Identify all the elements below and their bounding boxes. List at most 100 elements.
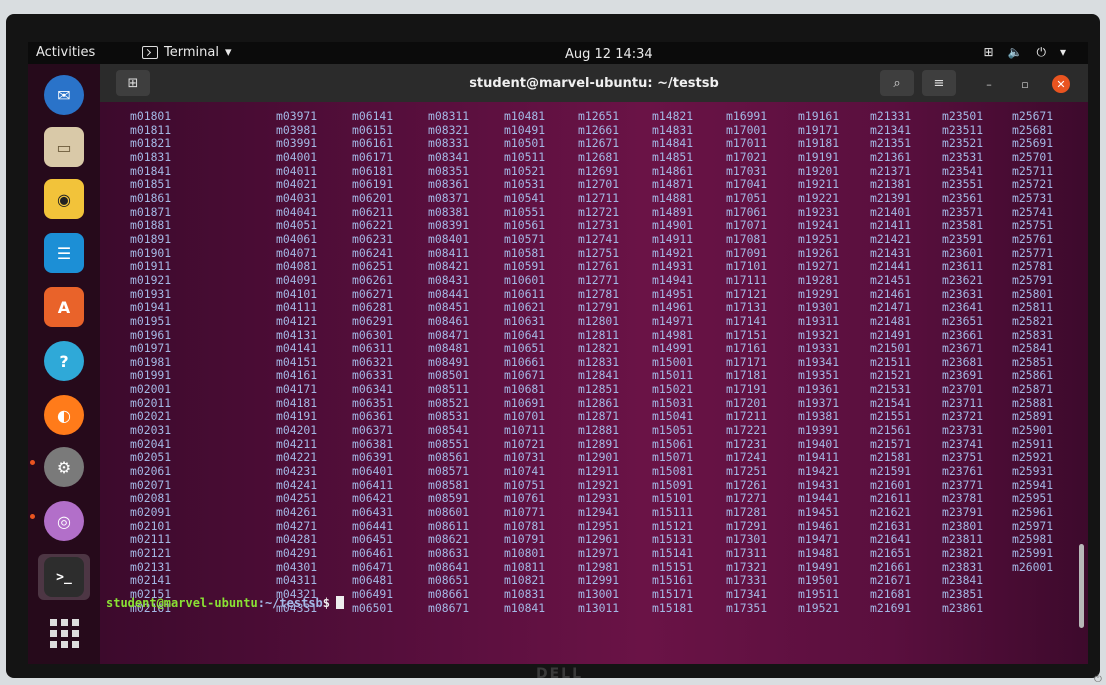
output-entry: m08331 bbox=[428, 136, 470, 151]
output-entry: m02081 bbox=[130, 491, 172, 506]
output-entry: m17161 bbox=[726, 341, 768, 356]
output-entry: m25781 bbox=[1012, 259, 1054, 274]
scrollbar[interactable] bbox=[1079, 544, 1084, 628]
output-entry: m12681 bbox=[578, 149, 620, 164]
output-entry: m23581 bbox=[942, 218, 984, 233]
close-icon: ✕ bbox=[1056, 77, 1066, 91]
output-entry: m04041 bbox=[276, 204, 318, 219]
output-entry: m04011 bbox=[276, 163, 318, 178]
activities-button[interactable]: Activities bbox=[36, 45, 95, 60]
output-entry: m19501 bbox=[798, 573, 840, 588]
command-prompt[interactable]: student@marvel-ubuntu:~/testsb$ bbox=[106, 596, 344, 610]
output-entry: m23741 bbox=[942, 436, 984, 451]
output-entry: m19361 bbox=[798, 382, 840, 397]
dock-item-browser[interactable]: ◎ bbox=[38, 498, 90, 544]
output-entry: m14891 bbox=[652, 204, 694, 219]
output-entry: m23511 bbox=[942, 122, 984, 137]
close-button[interactable]: ✕ bbox=[1052, 75, 1070, 93]
output-entry: m06411 bbox=[352, 477, 394, 492]
output-entry: m12701 bbox=[578, 177, 620, 192]
system-tray[interactable]: ⊞ 🔈 ⏻ ▾ bbox=[983, 45, 1066, 60]
power-button-icon[interactable]: ⏻ bbox=[1094, 674, 1104, 685]
output-entry: m10551 bbox=[504, 204, 546, 219]
output-entry: m08351 bbox=[428, 163, 470, 178]
output-entry: m04021 bbox=[276, 177, 318, 192]
output-entry: m02071 bbox=[130, 477, 172, 492]
output-entry: m12821 bbox=[578, 341, 620, 356]
output-entry: m04241 bbox=[276, 477, 318, 492]
output-entry: m25771 bbox=[1012, 245, 1054, 260]
output-entry: m23721 bbox=[942, 409, 984, 424]
dock-item-files[interactable]: ▭ bbox=[38, 124, 90, 170]
output-entry: m21441 bbox=[870, 259, 912, 274]
output-entry: m08641 bbox=[428, 559, 470, 574]
output-column: m01801 m01811 m01821 m01831 m01841 m01851 m018… bbox=[130, 109, 172, 615]
output-entry: m19181 bbox=[798, 136, 840, 151]
output-entry: m06231 bbox=[352, 231, 394, 246]
output-entry: m04231 bbox=[276, 464, 318, 479]
output-entry: m08421 bbox=[428, 259, 470, 274]
dock-item-thunderbird[interactable]: ✉ bbox=[38, 72, 90, 118]
terminal-output[interactable]: m01801 m01811 m01821 m01831 m01841 m01851 m018… bbox=[130, 109, 1080, 650]
top-bar: Activities Terminal ▾ Aug 12 14:34 ⊞ 🔈 ⏻… bbox=[28, 42, 1088, 64]
output-entry: m06291 bbox=[352, 313, 394, 328]
output-entry: m23641 bbox=[942, 300, 984, 315]
output-entry: m17071 bbox=[726, 218, 768, 233]
output-entry: m23531 bbox=[942, 149, 984, 164]
chevron-down-icon: ▾ bbox=[1059, 45, 1066, 59]
output-entry: m08391 bbox=[428, 218, 470, 233]
output-entry: m23751 bbox=[942, 450, 984, 465]
output-entry: m10491 bbox=[504, 122, 546, 137]
output-entry: m23771 bbox=[942, 477, 984, 492]
output-entry: m01931 bbox=[130, 286, 172, 301]
output-entry: m04091 bbox=[276, 272, 318, 287]
output-entry: m08361 bbox=[428, 177, 470, 192]
search-button[interactable]: ⌕ bbox=[880, 70, 914, 96]
output-entry: m12781 bbox=[578, 286, 620, 301]
terminal-titlebar[interactable]: ⊞ student@marvel-ubuntu: ~/testsb ⌕ ≡ – … bbox=[100, 64, 1088, 102]
dock-item-terminal[interactable]: >_ bbox=[38, 554, 90, 600]
output-entry: m06361 bbox=[352, 409, 394, 424]
output-entry: m15011 bbox=[652, 368, 694, 383]
clock[interactable]: Aug 12 14:34 bbox=[565, 47, 653, 62]
dock-item-help[interactable]: ? bbox=[38, 338, 90, 384]
dock-item-rhythmbox[interactable]: ◉ bbox=[38, 176, 90, 222]
output-entry: m02131 bbox=[130, 559, 172, 574]
menu-button[interactable]: ≡ bbox=[922, 70, 956, 96]
output-entry: m01881 bbox=[130, 218, 172, 233]
output-entry: m21611 bbox=[870, 491, 912, 506]
output-entry: m08511 bbox=[428, 382, 470, 397]
output-entry: m02001 bbox=[130, 382, 172, 397]
output-entry: m17281 bbox=[726, 505, 768, 520]
output-entry: m25821 bbox=[1012, 313, 1054, 328]
show-applications-button[interactable] bbox=[38, 610, 90, 656]
output-entry: m17301 bbox=[726, 532, 768, 547]
output-entry: m21421 bbox=[870, 231, 912, 246]
output-entry: m04161 bbox=[276, 368, 318, 383]
dock-item-firefox[interactable]: ◐ bbox=[38, 392, 90, 438]
terminal-window[interactable]: ⊞ student@marvel-ubuntu: ~/testsb ⌕ ≡ – … bbox=[100, 64, 1088, 664]
output-entry: m21561 bbox=[870, 423, 912, 438]
output-entry: m10701 bbox=[504, 409, 546, 424]
output-entry: m14941 bbox=[652, 272, 694, 287]
output-entry: m25891 bbox=[1012, 409, 1054, 424]
output-entry: m19461 bbox=[798, 518, 840, 533]
maximize-button[interactable]: ▫ bbox=[1016, 75, 1034, 93]
output-entry: m17101 bbox=[726, 259, 768, 274]
output-entry: m23621 bbox=[942, 272, 984, 287]
output-entry: m17041 bbox=[726, 177, 768, 192]
minimize-button[interactable]: – bbox=[980, 75, 998, 93]
dock-item-software[interactable]: A bbox=[38, 284, 90, 330]
dock-item-settings[interactable]: ⚙ bbox=[38, 444, 90, 490]
output-entry: m08671 bbox=[428, 600, 470, 615]
output-entry: m04131 bbox=[276, 327, 318, 342]
output-entry: m17091 bbox=[726, 245, 768, 260]
output-entry: m01851 bbox=[130, 177, 172, 192]
output-entry: m21601 bbox=[870, 477, 912, 492]
dock-item-writer[interactable]: ☰ bbox=[38, 230, 90, 276]
output-entry: m15171 bbox=[652, 586, 694, 601]
app-menu[interactable]: Terminal ▾ bbox=[142, 45, 231, 60]
output-entry: m02051 bbox=[130, 450, 172, 465]
output-entry: m03981 bbox=[276, 122, 318, 137]
output-entry: m10681 bbox=[504, 382, 546, 397]
